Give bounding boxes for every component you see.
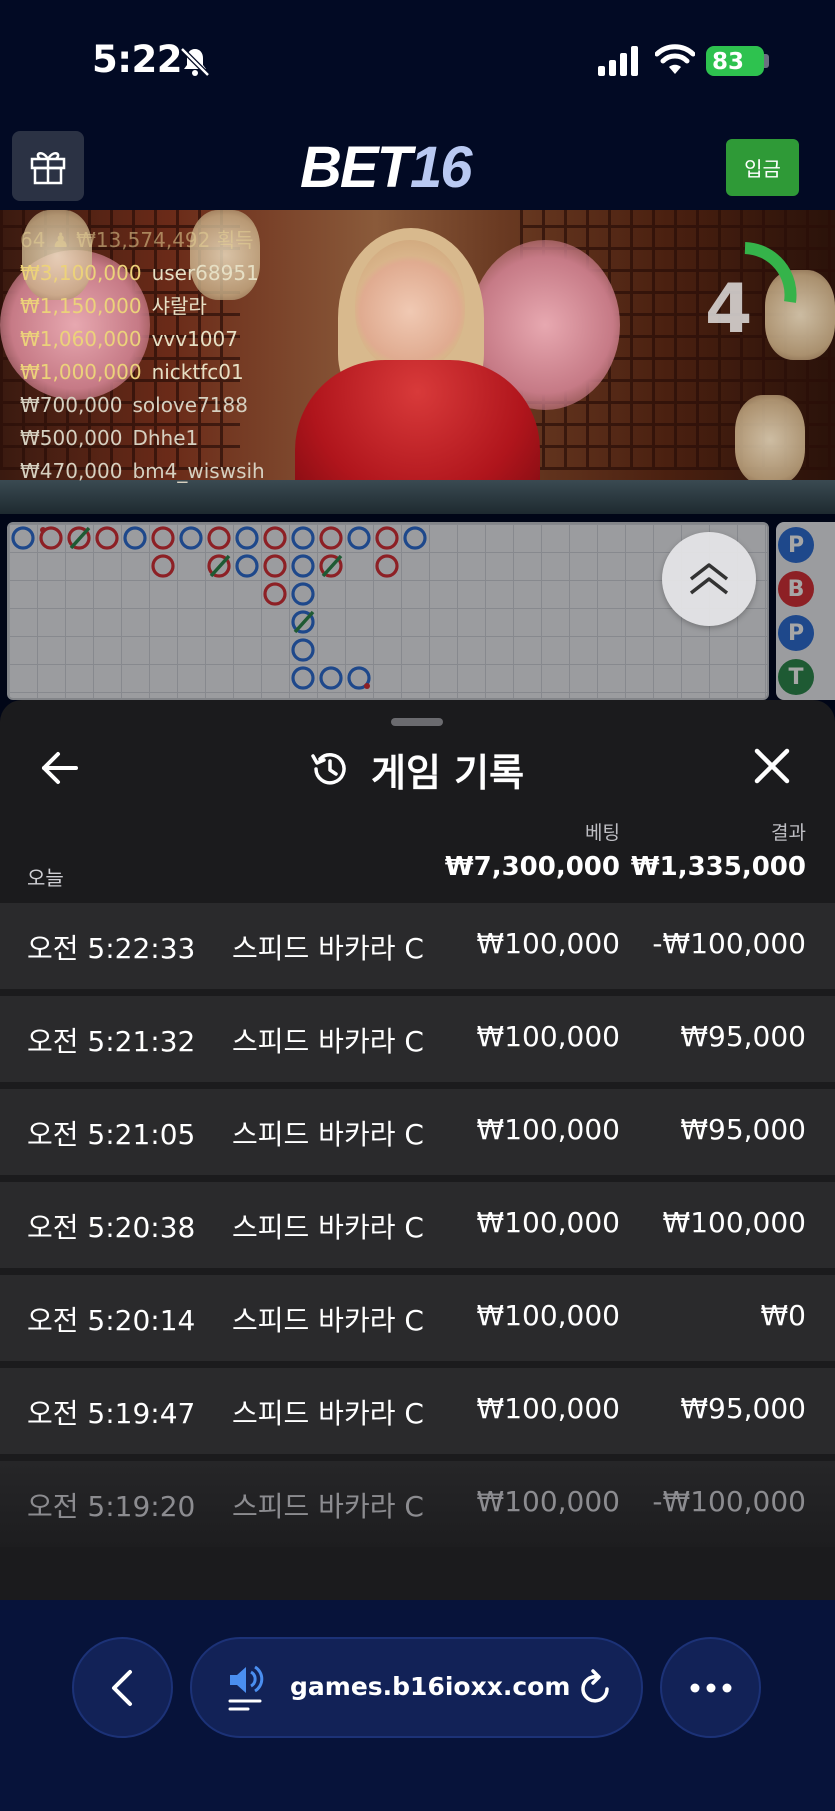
history-time: 오전 5:20:14 [27, 1304, 196, 1337]
sheet-header: 게임 기록 [307, 744, 525, 795]
history-game: 스피드 바카라 C [232, 1211, 424, 1244]
bet-username: vvv1007 [151, 327, 238, 351]
sheet-drag-handle[interactable] [391, 718, 443, 726]
history-row[interactable]: 오전 5:20:38 스피드 바카라 C ₩100,000 ₩100,000 [0, 1182, 835, 1268]
history-icon [311, 753, 346, 785]
game-history-sheet: 게임 기록 베팅 결과 오늘 ₩7,300,000 ₩1,335,000 오전 … [0, 700, 835, 1600]
history-bet: ₩100,000 [476, 1392, 620, 1425]
history-game: 스피드 바카라 C [232, 932, 424, 965]
live-bets-list: 64 ♟ ₩13,574,492 획득 ₩3,100,000 user68951 ₩… [20, 224, 265, 488]
history-result: ₩95,000 [680, 1113, 806, 1146]
today-total-result: ₩1,335,000 [630, 852, 806, 882]
history-time: 오전 5:21:05 [27, 1118, 196, 1151]
history-row[interactable]: 오전 5:21:32 스피드 바카라 C ₩100,000 ₩95,000 [0, 996, 835, 1082]
history-time: 오전 5:20:38 [27, 1211, 196, 1244]
bet-username: 샤랄라 [151, 294, 207, 318]
battery-level: 83 [712, 49, 745, 75]
reload-icon[interactable] [575, 1669, 615, 1709]
history-time: 오전 5:22:33 [27, 932, 196, 965]
battery-indicator: 83 [706, 46, 764, 76]
history-result: ₩95,000 [680, 1392, 806, 1425]
battery-nub [764, 54, 769, 68]
history-row[interactable]: 오전 5:22:33 스피드 바카라 C ₩100,000 -₩100,000 [0, 903, 835, 989]
bet-amount: ₩500,000 [20, 426, 123, 450]
history-game: 스피드 바카라 C [232, 1304, 424, 1337]
live-bet-row: ₩470,000 bm4_wiswsih [20, 455, 265, 488]
bell-off-icon [180, 47, 210, 77]
history-result: ₩0 [760, 1299, 807, 1332]
close-icon[interactable] [752, 746, 792, 786]
history-row[interactable]: 오전 5:21:05 스피드 바카라 C ₩100,000 ₩95,000 [0, 1089, 835, 1175]
status-bar: 5:22 83 [0, 0, 835, 120]
double-chevron-up-icon [689, 563, 729, 595]
history-game: 스피드 바카라 C [232, 1118, 424, 1151]
history-game: 스피드 바카라 C [232, 1490, 424, 1523]
live-dealer-video[interactable]: 64 ♟ ₩13,574,492 획득 ₩3,100,000 user68951 ₩… [0, 210, 835, 514]
bet-username: nicktfc01 [151, 360, 244, 384]
speaker-icon[interactable] [226, 1663, 266, 1713]
browser-toolbar: games.b16ioxx.com [0, 1600, 835, 1811]
history-row[interactable]: 오전 5:19:47 스피드 바카라 C ₩100,000 ₩95,000 [0, 1368, 835, 1454]
bet-username: Dhhe1 [132, 426, 199, 450]
bet-amount: ₩700,000 [20, 393, 123, 417]
address-bar[interactable]: games.b16ioxx.com [190, 1637, 643, 1738]
status-time: 5:22 [92, 38, 183, 81]
bet-amount: ₩1,150,000 [20, 294, 142, 318]
more-options-button[interactable] [660, 1637, 761, 1738]
history-bet: ₩100,000 [476, 1113, 620, 1146]
live-bet-row: ₩3,100,000 user68951 [20, 257, 265, 290]
bet-amount: ₩3,100,000 [20, 261, 142, 285]
gift-button[interactable] [12, 131, 84, 201]
ellipsis-icon [690, 1683, 731, 1692]
history-result: ₩95,000 [680, 1020, 806, 1053]
history-bet: ₩100,000 [476, 1206, 620, 1239]
live-bet-row: ₩1,150,000 샤랄라 [20, 290, 265, 323]
dealer-face [355, 240, 465, 370]
bet-amount: ₩470,000 [20, 459, 123, 483]
live-bet-row: ₩1,000,000 nicktfc01 [20, 356, 265, 389]
history-result: -₩100,000 [652, 927, 806, 960]
lantern-decor [735, 395, 805, 485]
history-game: 스피드 바카라 C [232, 1025, 424, 1058]
history-result: ₩100,000 [662, 1206, 806, 1239]
history-bet: ₩100,000 [476, 1299, 620, 1332]
column-header-result: 결과 [771, 822, 806, 844]
app-header: BET16 입금 [0, 120, 835, 210]
back-arrow-icon[interactable] [38, 746, 82, 790]
live-bet-row: ₩1,060,000 vvv1007 [20, 323, 265, 356]
bet-username: solove7188 [132, 393, 248, 417]
bet-username: bm4_wiswsih [132, 459, 265, 483]
history-bet: ₩100,000 [476, 1485, 620, 1518]
history-bet: ₩100,000 [476, 927, 620, 960]
url-text: games.b16ioxx.com [290, 1672, 571, 1701]
deposit-button[interactable]: 입금 [726, 139, 799, 196]
history-time: 오전 5:21:32 [27, 1025, 196, 1058]
expand-roadmap-button[interactable] [662, 532, 756, 626]
countdown-number: 4 [705, 270, 753, 349]
browser-back-button[interactable] [72, 1637, 173, 1738]
bet-amount: ₩1,000,000 [20, 360, 142, 384]
history-list: 오전 5:22:33 스피드 바카라 C ₩100,000 -₩100,000 오전 5… [0, 903, 835, 1554]
wifi-icon [655, 44, 695, 74]
bet-amount: ₩1,060,000 [20, 327, 142, 351]
history-row[interactable]: 오전 5:20:14 스피드 바카라 C ₩100,000 ₩0 [0, 1275, 835, 1361]
today-label: 오늘 [27, 866, 64, 890]
bet16-logo[interactable]: BET16 [300, 138, 472, 198]
cellular-signal-icon [598, 46, 638, 76]
gift-icon [30, 152, 66, 185]
bet-summary: 64 ♟ ₩13,574,492 획득 [20, 228, 254, 252]
bet-username: user68951 [151, 261, 259, 285]
chevron-left-icon [111, 1669, 132, 1706]
live-bet-row: ₩500,000 Dhhe1 [20, 422, 265, 455]
column-header-bet: 베팅 [585, 822, 620, 844]
history-row[interactable]: 오전 5:19:20 스피드 바카라 C ₩100,000 -₩100,000 [0, 1461, 835, 1547]
history-time: 오전 5:19:20 [27, 1490, 196, 1523]
history-time: 오전 5:19:47 [27, 1397, 196, 1430]
sheet-title: 게임 기록 [371, 750, 525, 795]
history-bet: ₩100,000 [476, 1020, 620, 1053]
history-game: 스피드 바카라 C [232, 1397, 424, 1430]
live-bet-row: ₩700,000 solove7188 [20, 389, 265, 422]
today-total-bet: ₩7,300,000 [444, 852, 620, 882]
history-result: -₩100,000 [652, 1485, 806, 1518]
